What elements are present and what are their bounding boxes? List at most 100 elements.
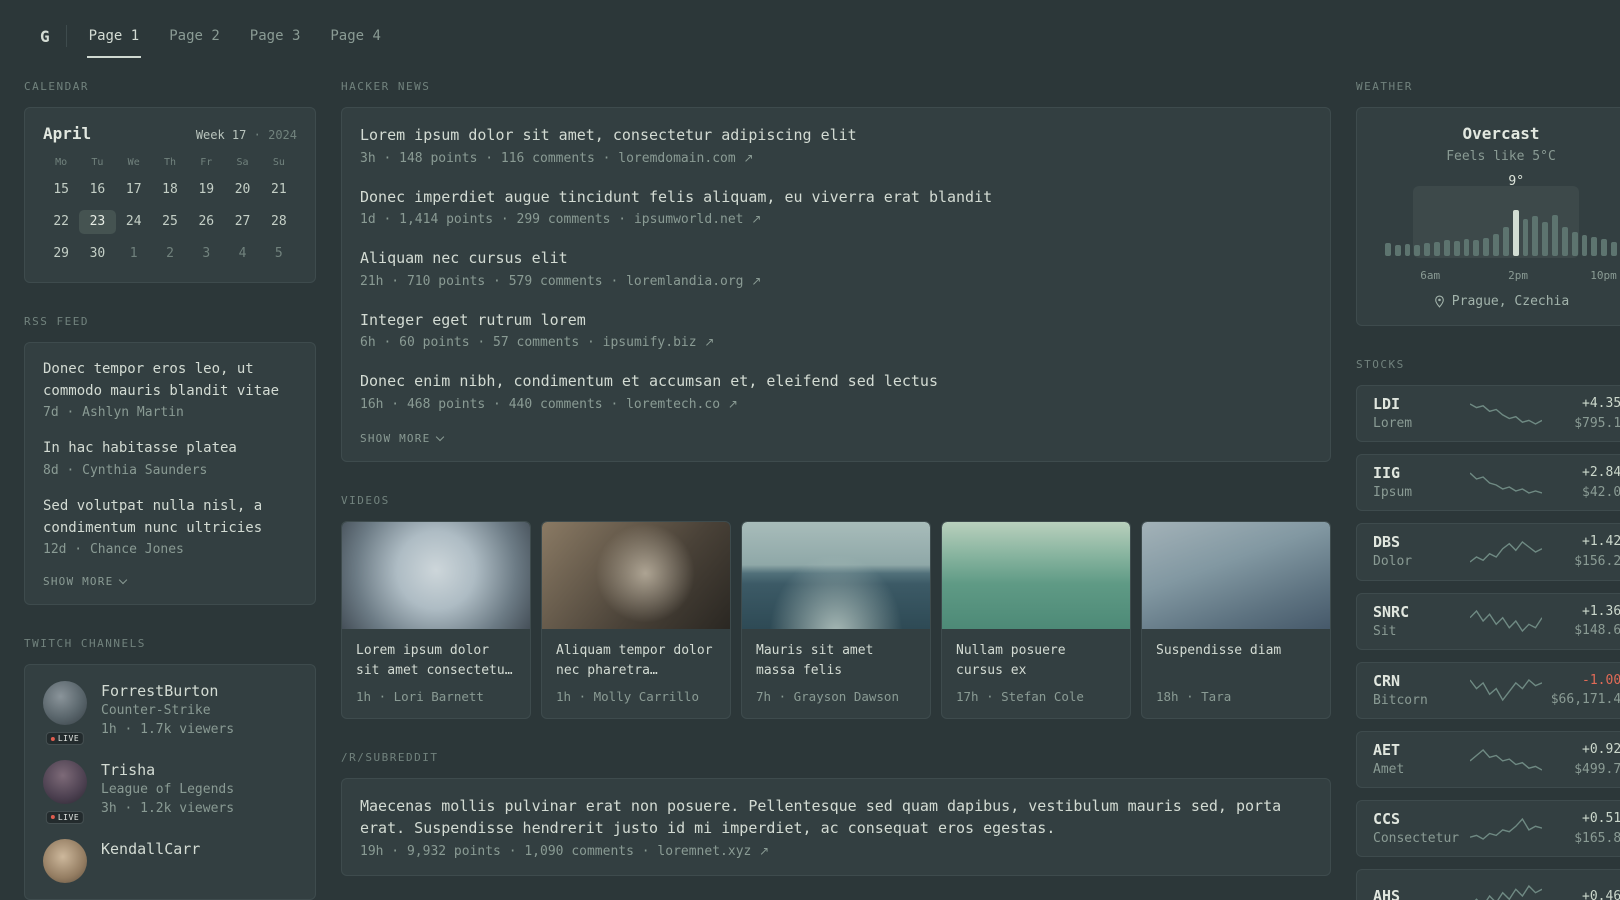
- twitch-widget-title: TWITCH CHANNELS: [24, 637, 146, 651]
- video-body: Suspendisse diam 18h · Tara: [1142, 629, 1330, 718]
- stock-ticker: LDI: [1373, 395, 1401, 413]
- rss-item-meta: 7d · Ashlyn Martin: [43, 405, 184, 421]
- reddit-post-title[interactable]: Maecenas mollis pulvinar erat non posuer…: [360, 795, 1312, 840]
- video-thumbnail[interactable]: [342, 521, 530, 629]
- hackernews-item-domain[interactable]: ipsumworld.net: [634, 212, 744, 227]
- tab-page-1[interactable]: Page 1: [86, 14, 142, 58]
- calendar-dow: Sa: [236, 157, 249, 168]
- channel-name[interactable]: ForrestBurton: [101, 681, 234, 702]
- hackernews-item-domain[interactable]: loremdomain.com: [618, 151, 735, 166]
- rss-show-more-button[interactable]: SHOW MORE: [43, 575, 297, 588]
- channel-name[interactable]: KendallCarr: [101, 839, 200, 860]
- stock-change: -1.00%: [1582, 672, 1620, 688]
- channel-info: Trisha League of Legends 3h · 1.2k viewe…: [101, 760, 234, 819]
- video-card[interactable]: Mauris sit amet massa felis 7h · Grayson…: [741, 520, 931, 719]
- stock-info: LDI Lorem: [1373, 394, 1469, 433]
- weather-chart: 9° 6am 2pm 10pm: [1379, 174, 1620, 282]
- calendar-day: 29: [53, 246, 69, 261]
- calendar-dow: Su: [272, 157, 285, 168]
- video-row: Lorem ipsum dolor sit amet consectetu… 1…: [341, 520, 1331, 719]
- video-card[interactable]: Suspendisse diam 18h · Tara: [1141, 520, 1331, 719]
- hackernews-item-meta: 16h · 468 points · 440 comments · loremt…: [360, 396, 738, 412]
- twitch-channel[interactable]: LIVE Trisha League of Legends 3h · 1.2k …: [43, 760, 297, 824]
- stock-name: Sit: [1373, 623, 1397, 639]
- calendar-day: 24: [125, 214, 142, 229]
- app-logo[interactable]: G: [24, 27, 66, 46]
- external-link-icon: ↗: [704, 335, 715, 349]
- channel-game: Counter-Strike: [101, 703, 211, 719]
- rss-item-title[interactable]: In hac habitasse platea: [43, 438, 297, 460]
- rss-widget-title: RSS FEED: [24, 315, 89, 328]
- hackernews-item-title[interactable]: Donec imperdiet augue tincidunt felis al…: [360, 186, 1312, 209]
- video-card[interactable]: Lorem ipsum dolor sit amet consectetu… 1…: [341, 520, 531, 719]
- reddit-card: Maecenas mollis pulvinar erat non posuer…: [341, 777, 1331, 876]
- hackernews-item-domain[interactable]: ipsumify.biz: [603, 335, 697, 350]
- rss-item: Donec tempor eros leo, ut commodo mauris…: [43, 359, 297, 420]
- hackernews-item-domain[interactable]: loremtech.co: [626, 397, 720, 412]
- calendar-grid: Mo Tu We Th Fr Sa Su 15 16 17 18 19 20 2…: [43, 157, 297, 266]
- weather-chart-bars: [1379, 208, 1620, 256]
- video-title[interactable]: Lorem ipsum dolor sit amet consectetu…: [356, 641, 516, 681]
- hackernews-item-title[interactable]: Lorem ipsum dolor sit amet, consectetur …: [360, 124, 1312, 147]
- rss-item-title[interactable]: Donec tempor eros leo, ut commodo mauris…: [43, 359, 297, 402]
- stock-sparkline: [1470, 540, 1542, 563]
- channel-name[interactable]: Trisha: [101, 760, 234, 781]
- twitch-widget: TWITCH CHANNELS LIVE ForrestBurton Count…: [24, 637, 316, 900]
- calendar-day: 15: [53, 182, 69, 197]
- hackernews-widget: HACKER NEWS Lorem ipsum dolor sit amet, …: [341, 80, 1331, 462]
- hackernews-item-meta: 1d · 1,414 points · 299 comments · ipsum…: [360, 212, 762, 227]
- video-thumbnail[interactable]: [742, 521, 930, 629]
- hackernews-item-title[interactable]: Aliquam nec cursus elit: [360, 247, 1312, 270]
- tab-page-3[interactable]: Page 3: [248, 14, 303, 58]
- hackernews-show-more-button[interactable]: SHOW MORE: [360, 432, 1312, 445]
- tab-page-4[interactable]: Page 4: [328, 14, 383, 58]
- video-title[interactable]: Mauris sit amet massa felis: [756, 641, 916, 681]
- reddit-post-meta: 19h · 9,932 points · 1,090 comments · lo…: [360, 843, 770, 859]
- external-link-icon: ↗: [743, 150, 754, 165]
- stock-row: AHS +0.46%: [1356, 869, 1620, 900]
- dashboard-grid: CALENDAR April Week 17 · 2024 Mo Tu We T…: [24, 80, 1620, 900]
- stock-values: +1.42% $156.28: [1543, 532, 1620, 571]
- rss-item-title[interactable]: Sed volutpat nulla nisl, a condimentum n…: [43, 496, 297, 539]
- hackernews-item: Integer eget rutrum lorem 6h · 60 points…: [360, 309, 1312, 351]
- calendar-day: 18: [162, 182, 178, 197]
- channel-info: ForrestBurton Counter-Strike 1h · 1.7k v…: [101, 681, 234, 740]
- twitch-channel[interactable]: KendallCarr: [43, 838, 297, 883]
- calendar-day: 22: [53, 214, 69, 229]
- hackernews-item-domain[interactable]: loremlandia.org: [626, 274, 743, 289]
- video-card[interactable]: Aliquam tempor dolor nec pharetra… 1h · …: [541, 520, 731, 719]
- stock-ticker: IIG: [1373, 464, 1401, 483]
- stock-name: Lorem: [1373, 416, 1413, 431]
- hackernews-item-title[interactable]: Integer eget rutrum lorem: [360, 309, 1312, 332]
- video-card[interactable]: Nullam posuere cursus ex 17h · Stefan Co…: [941, 520, 1131, 719]
- calendar-header: April Week 17 · 2024: [43, 124, 297, 143]
- video-thumbnail[interactable]: [542, 521, 730, 629]
- stock-info: AHS: [1373, 886, 1469, 900]
- stock-values: +0.51% $165.84: [1543, 809, 1620, 848]
- video-body: Mauris sit amet massa felis 7h · Grayson…: [742, 629, 930, 718]
- reddit-widget-title: /R/SUBREDDIT: [341, 750, 439, 764]
- reddit-post-domain[interactable]: loremnet.xyz: [657, 844, 751, 859]
- tab-page-2[interactable]: Page 2: [167, 14, 222, 58]
- stock-name: Amet: [1373, 761, 1405, 777]
- stock-row: AET Amet +0.92% $499.72: [1356, 730, 1620, 789]
- hackernews-item-title[interactable]: Donec enim nibh, condimentum et accumsan…: [360, 370, 1312, 393]
- calendar-day-next-month: 4: [238, 246, 247, 261]
- calendar-day: 30: [89, 246, 106, 261]
- external-link-icon: ↗: [759, 843, 770, 858]
- calendar-day: 21: [271, 182, 287, 197]
- calendar-day: 19: [198, 182, 215, 197]
- left-column: CALENDAR April Week 17 · 2024 Mo Tu We T…: [24, 80, 316, 900]
- stock-values: +0.92% $499.72: [1543, 740, 1620, 779]
- stock-change: +0.92%: [1582, 742, 1620, 758]
- video-title[interactable]: Suspendisse diam: [1156, 641, 1316, 681]
- video-title[interactable]: Aliquam tempor dolor nec pharetra…: [556, 641, 716, 681]
- video-title[interactable]: Nullam posuere cursus ex: [956, 641, 1116, 681]
- weather-widget-title: WEATHER: [1356, 80, 1413, 93]
- twitch-channel[interactable]: LIVE ForrestBurton Counter-Strike 1h · 1…: [43, 681, 297, 746]
- video-thumbnail[interactable]: [1142, 521, 1330, 629]
- video-thumbnail[interactable]: [942, 521, 1130, 629]
- rss-card: Donec tempor eros leo, ut commodo mauris…: [24, 342, 316, 606]
- video-body: Lorem ipsum dolor sit amet consectetu… 1…: [342, 629, 530, 718]
- stock-info: AET Amet: [1373, 740, 1469, 779]
